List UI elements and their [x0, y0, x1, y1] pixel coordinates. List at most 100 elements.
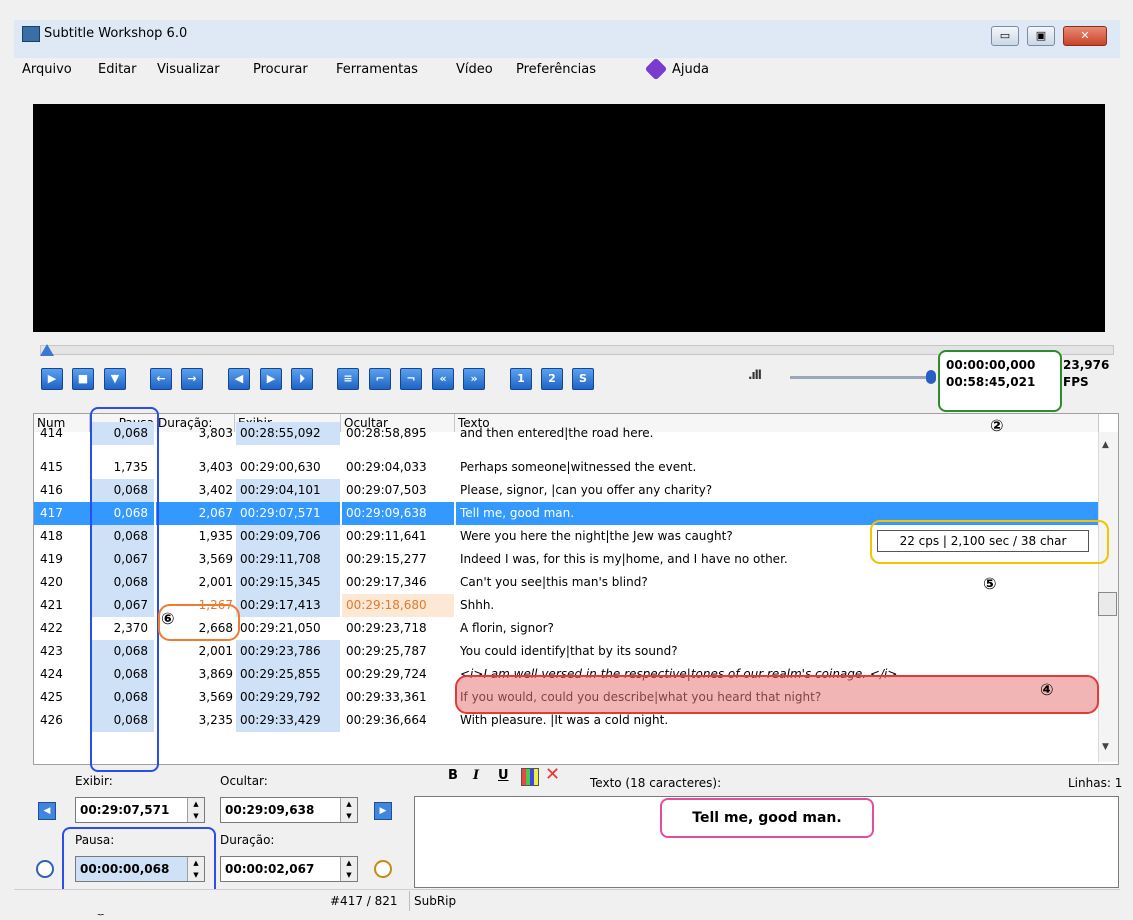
table-row[interactable]: 414 0,068 3,803 00:28:55,092 00:28:58,895 and… — [34, 422, 1098, 445]
menu-visualizar[interactable]: Visualizar — [157, 62, 220, 77]
status-bar — [14, 889, 1120, 914]
cell-num: 424 — [40, 667, 63, 681]
menu-preferencias[interactable]: Preferências — [516, 62, 596, 77]
cell-ocultar: 00:29:18,680 — [342, 594, 454, 617]
cell-num: 422 — [40, 621, 63, 635]
texto-label: Texto (18 caracteres): — [590, 776, 722, 790]
cps-info-tooltip: 22 cps | 2,100 sec / 38 char — [877, 530, 1089, 552]
menu-ajuda[interactable]: Ajuda — [672, 62, 709, 77]
table-row[interactable]: 416 0,068 3,402 00:29:04,101 00:29:07,503 Ple… — [34, 479, 1098, 502]
exibir-spinner[interactable]: ▲ ▼ — [187, 798, 204, 822]
marker-5: ⑤ — [983, 574, 997, 593]
pausa-value: 00:00:00,068 — [80, 862, 170, 876]
cell-ocultar: 00:29:36,664 — [346, 713, 427, 727]
cell-ocultar: 00:29:25,787 — [346, 644, 427, 658]
maximize-button[interactable]: ▣ — [1027, 26, 1055, 46]
remove-format-icon[interactable]: ✕ — [545, 764, 560, 785]
duracao-input[interactable]: 00:00:02,067 ▲ ▼ — [220, 856, 358, 882]
close-button[interactable]: ✕ — [1063, 26, 1107, 46]
cell-exibir: 00:28:55,092 — [236, 422, 340, 445]
menu-arquivo[interactable]: Arquivo — [22, 62, 72, 77]
subtitle-text-value[interactable]: Tell me, good man. — [660, 798, 874, 838]
scroll-up-icon[interactable]: ▲ — [1102, 440, 1109, 450]
underline-button[interactable]: U — [498, 768, 509, 783]
exibir-input[interactable]: 00:29:07,571 ▲ ▼ — [75, 797, 205, 823]
app-icon — [22, 26, 40, 42]
cell-dur: 2,067 — [156, 502, 239, 525]
cell-ocultar: 00:29:07,503 — [346, 483, 427, 497]
volume-slider[interactable] — [790, 376, 930, 379]
menu-editar[interactable]: Editar — [98, 62, 137, 77]
color-palette-icon[interactable] — [521, 768, 539, 786]
volume-thumb[interactable] — [926, 370, 936, 384]
bold-button[interactable]: B — [448, 768, 458, 783]
duration-clock-icon[interactable] — [374, 860, 392, 878]
exibir-value: 00:29:07,571 — [80, 803, 170, 817]
ocultar-input[interactable]: 00:29:09,638 ▲ ▼ — [220, 797, 358, 823]
cell-num: 419 — [40, 552, 63, 566]
step-button[interactable]: ⏵ — [291, 368, 313, 390]
shift-back-button[interactable]: « — [432, 368, 454, 390]
play-button[interactable]: ▶ — [41, 368, 63, 390]
shift-forward-button[interactable]: » — [463, 368, 485, 390]
cell-ocultar: 00:29:09,638 — [342, 502, 454, 525]
mark-s-button[interactable]: S — [572, 368, 594, 390]
menu-ferramentas[interactable]: Ferramentas — [336, 62, 418, 77]
prev-subtitle-button[interactable]: ◀ — [38, 802, 56, 820]
fps-value: 23,976 — [1063, 358, 1110, 372]
cell-texto: Can't you see|this man's blind? — [460, 575, 648, 589]
prev-button[interactable]: ← — [150, 368, 172, 390]
mark-2-button[interactable]: 2 — [541, 368, 563, 390]
cell-dur: 3,402 — [198, 483, 233, 497]
menu-procurar[interactable]: Procurar — [253, 62, 308, 77]
forward-button[interactable]: ▶ — [260, 368, 282, 390]
seek-thumb[interactable] — [40, 344, 54, 356]
ocultar-spinner[interactable]: ▲ ▼ — [340, 798, 357, 822]
scroll-down-icon[interactable]: ▼ — [1102, 742, 1109, 752]
cell-dur: 2,001 — [198, 575, 233, 589]
linhas-label: Linhas: 1 — [1068, 776, 1123, 790]
clock-icon[interactable] — [36, 860, 54, 878]
stop-button[interactable]: ■ — [72, 368, 94, 390]
minimize-button[interactable]: ▭ — [991, 26, 1019, 46]
next-button[interactable]: → — [181, 368, 203, 390]
align-left-button[interactable]: ⌐ — [369, 368, 391, 390]
cell-exibir: 00:29:00,630 — [240, 460, 321, 474]
cell-dur: 1,935 — [198, 529, 233, 543]
mark-1-button[interactable]: 1 — [510, 368, 532, 390]
exibir-label: Exibir: — [75, 774, 113, 788]
align-right-button[interactable]: ¬ — [400, 368, 422, 390]
time-total: 00:58:45,021 — [946, 375, 1036, 389]
table-row[interactable]: 415 1,735 3,403 00:29:00,630 00:29:04,033 Per… — [34, 456, 1098, 479]
insert-button[interactable]: ≡ — [337, 368, 359, 390]
cell-dur: 3,803 — [198, 426, 233, 440]
pause-down-button[interactable]: ▼ — [104, 368, 126, 390]
table-row[interactable]: 423 0,068 2,001 00:29:23,786 00:29:25,787 You… — [34, 640, 1098, 663]
app-window: Subtitle Workshop 6.0 ▭ ▣ ✕ Arquivo Edit… — [0, 0, 1133, 920]
next-subtitle-button[interactable]: ▶ — [374, 802, 392, 820]
video-display[interactable] — [33, 104, 1105, 332]
cell-exibir: 00:29:11,708 — [236, 548, 340, 571]
cell-texto: Perhaps someone|witnessed the event. — [460, 460, 697, 474]
pausa-input[interactable]: 00:00:00,068 ▲ ▼ — [75, 856, 205, 882]
cell-dur: 3,235 — [198, 713, 233, 727]
table-row[interactable]: 420 0,068 2,001 00:29:15,345 00:29:17,346 Can… — [34, 571, 1098, 594]
cell-exibir: 00:29:17,413 — [236, 594, 340, 617]
menu-video[interactable]: Vídeo — [456, 62, 493, 77]
cell-ocultar: 00:29:29,724 — [346, 667, 427, 681]
duracao-spinner[interactable]: ▲ ▼ — [340, 857, 357, 881]
pausa-spinner[interactable]: ▲ ▼ — [187, 857, 204, 881]
scroll-thumb[interactable] — [1098, 592, 1117, 616]
cell-dur: 3,569 — [198, 552, 233, 566]
italic-button[interactable]: I — [473, 768, 479, 783]
marker-4: ④ — [1040, 680, 1054, 699]
cell-ocultar: 00:29:33,361 — [346, 690, 427, 704]
duracao-value: 00:00:02,067 — [225, 862, 315, 876]
marker-6: ⑥ — [161, 609, 175, 628]
rewind-button[interactable]: ◀ — [228, 368, 250, 390]
cell-ocultar: 00:29:23,718 — [346, 621, 427, 635]
cell-exibir: 00:29:23,786 — [236, 640, 340, 663]
cell-dur: 3,869 — [198, 667, 233, 681]
cell-exibir: 00:29:25,855 — [236, 663, 340, 686]
cell-num: 415 — [40, 460, 63, 474]
